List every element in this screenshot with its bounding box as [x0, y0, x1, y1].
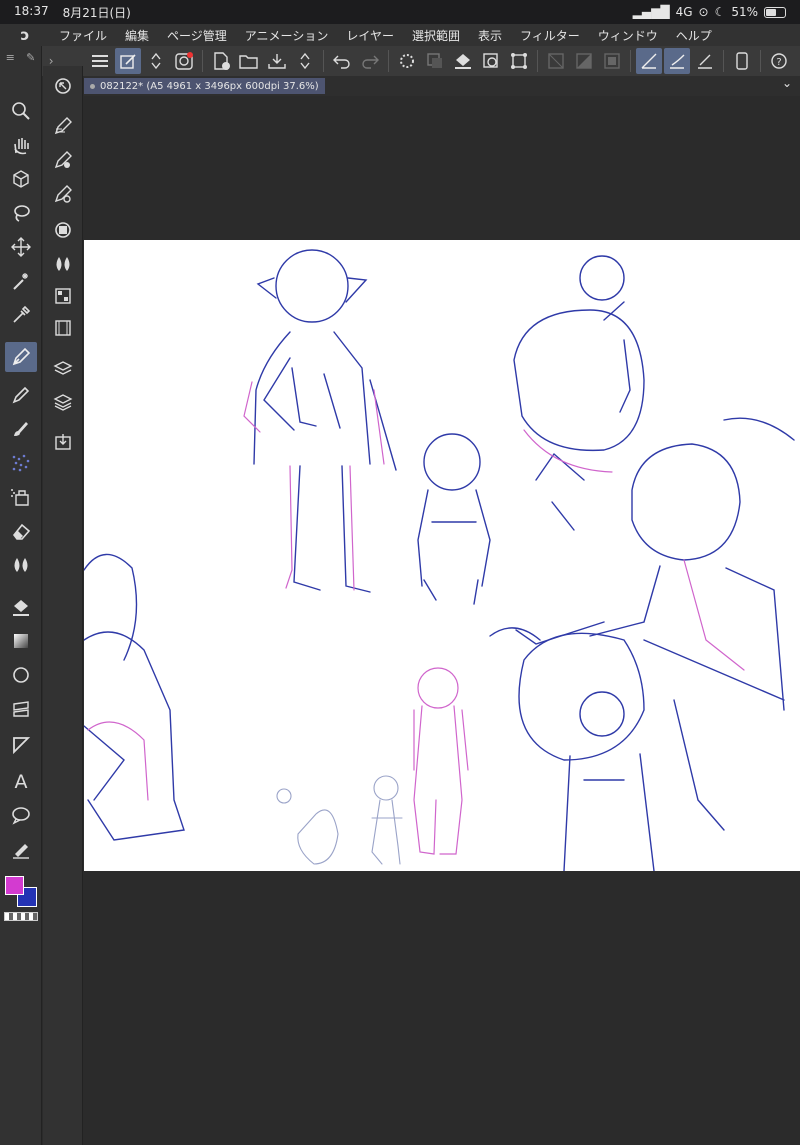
- toolbar-separator: [323, 50, 324, 72]
- fill-bucket-icon[interactable]: [450, 48, 476, 74]
- gradient-icon[interactable]: [5, 626, 37, 656]
- toolbar-separator: [723, 50, 724, 72]
- balloon-icon[interactable]: [5, 800, 37, 830]
- main-color-swatch[interactable]: [5, 876, 24, 895]
- signal-icon: ▂▄▆█: [632, 5, 670, 19]
- text-icon[interactable]: A: [5, 766, 37, 796]
- pattern-icon[interactable]: [48, 282, 78, 310]
- tab-dot-icon: [90, 83, 95, 89]
- svg-text:?: ?: [776, 57, 781, 68]
- edit-mode-icon[interactable]: [115, 48, 141, 74]
- pen-sub-1-icon[interactable]: [48, 112, 78, 140]
- zoom-icon[interactable]: [5, 96, 37, 126]
- updown-arrows-icon[interactable]: [143, 48, 169, 74]
- layer-property-icon[interactable]: [48, 216, 78, 244]
- new-file-icon[interactable]: [208, 48, 234, 74]
- sketch-artwork: [84, 249, 795, 871]
- status-time: 18:37: [14, 3, 49, 18]
- menu-view[interactable]: 表示: [469, 27, 511, 44]
- water-icon[interactable]: [48, 250, 78, 278]
- blend-icon[interactable]: [5, 550, 37, 580]
- menu-edit[interactable]: 編集: [116, 27, 158, 44]
- toolbar-separator: [630, 50, 631, 72]
- pen-sub-3-icon[interactable]: [48, 180, 78, 208]
- toolbar-separator: [760, 50, 761, 72]
- open-folder-icon[interactable]: [236, 48, 262, 74]
- menu-selection[interactable]: 選択範囲: [403, 27, 469, 44]
- menu-bar: ↄ ファイル 編集 ページ管理 アニメーション レイヤー 選択範囲 表示 フィル…: [0, 24, 800, 46]
- pencil-icon[interactable]: [5, 380, 37, 410]
- film-icon[interactable]: [48, 314, 78, 342]
- svg-text:A: A: [15, 771, 28, 792]
- transform-icon[interactable]: [478, 48, 504, 74]
- command-bar: « ‖ « › ?: [0, 46, 800, 76]
- record-icon[interactable]: [171, 48, 197, 74]
- pen-sub-2-icon[interactable]: [48, 146, 78, 174]
- frame-icon[interactable]: [5, 694, 37, 724]
- drawing-canvas[interactable]: [84, 240, 800, 871]
- figure-icon[interactable]: [5, 660, 37, 690]
- layer-stack-icon[interactable]: [48, 388, 78, 416]
- fill-icon[interactable]: [5, 592, 37, 622]
- palette-menu-icon[interactable]: ≡: [6, 51, 15, 64]
- ruler-snap-2-icon[interactable]: [664, 48, 690, 74]
- document-tab-row: 082122* (A5 4961 x 3496px 600dpi 37.6%) …: [84, 76, 800, 96]
- import-icon[interactable]: [48, 428, 78, 456]
- palette-pen-icon[interactable]: ✎: [26, 51, 35, 64]
- status-date: 8月21日(日): [62, 5, 131, 20]
- battery-icon: [764, 6, 786, 18]
- brush-icon[interactable]: [5, 414, 37, 444]
- layers-icon[interactable]: [48, 354, 78, 382]
- lasso-icon[interactable]: [5, 198, 37, 228]
- operation-icon[interactable]: [5, 164, 37, 194]
- hamburger-menu-icon[interactable]: [87, 48, 113, 74]
- device-icon[interactable]: [729, 48, 755, 74]
- correction-line-icon[interactable]: [5, 834, 37, 864]
- save-icon[interactable]: [264, 48, 290, 74]
- document-tab[interactable]: 082122* (A5 4961 x 3496px 600dpi 37.6%): [84, 78, 325, 94]
- menu-layer[interactable]: レイヤー: [337, 27, 403, 44]
- battery-percent: 51%: [731, 5, 758, 19]
- help-icon[interactable]: ?: [766, 48, 792, 74]
- menu-page-manage[interactable]: ページ管理: [158, 27, 236, 44]
- eraser-icon[interactable]: [5, 516, 37, 546]
- ruler-snap-1-icon[interactable]: [636, 48, 662, 74]
- orientation-lock-icon: ⊙: [698, 5, 709, 19]
- tool-palette-header: ≡ ✎: [0, 46, 41, 68]
- clear-layer-icon[interactable]: [422, 48, 448, 74]
- decoration-icon[interactable]: [5, 482, 37, 512]
- move-icon[interactable]: [5, 232, 37, 262]
- transparent-color-swatch[interactable]: [4, 912, 38, 921]
- menu-animation[interactable]: アニメーション: [236, 27, 338, 44]
- ruler-icon[interactable]: [5, 730, 37, 760]
- eyedropper-icon[interactable]: [5, 300, 37, 330]
- selection-2-icon[interactable]: [571, 48, 597, 74]
- document-tab-label: 082122* (A5 4961 x 3496px 600dpi 37.6%): [100, 80, 319, 92]
- undo-icon[interactable]: [329, 48, 355, 74]
- chevron-down-icon[interactable]: ⌄: [782, 76, 792, 90]
- crop-icon[interactable]: [506, 48, 532, 74]
- menu-help[interactable]: ヘルプ: [667, 27, 721, 44]
- toolbar-separator: [202, 50, 203, 72]
- toolbar-separator: [537, 50, 538, 72]
- menu-window[interactable]: ウィンドウ: [589, 27, 667, 44]
- app-logo-icon[interactable]: ↄ: [0, 26, 50, 44]
- airbrush-icon[interactable]: [5, 448, 37, 478]
- magic-wand-icon[interactable]: [5, 266, 37, 296]
- toolbar-separator: [388, 50, 389, 72]
- moon-icon: ☾: [714, 5, 726, 19]
- redo-icon[interactable]: [357, 48, 383, 74]
- menu-file[interactable]: ファイル: [50, 27, 116, 44]
- updown-arrows-2-icon[interactable]: [292, 48, 318, 74]
- ios-status-bar: 18:37 8月21日(日) ▂▄▆█ 4G ⊙ ☾ 51%: [0, 0, 800, 24]
- loading-icon[interactable]: [394, 48, 420, 74]
- menu-filter[interactable]: フィルター: [511, 27, 589, 44]
- pen-icon[interactable]: [5, 342, 37, 372]
- hand-icon[interactable]: [5, 130, 37, 160]
- network-label: 4G: [675, 5, 693, 19]
- back-icon[interactable]: [48, 72, 78, 100]
- selection-1-icon[interactable]: [543, 48, 569, 74]
- selection-3-icon[interactable]: [599, 48, 625, 74]
- ruler-snap-3-icon[interactable]: [692, 48, 718, 74]
